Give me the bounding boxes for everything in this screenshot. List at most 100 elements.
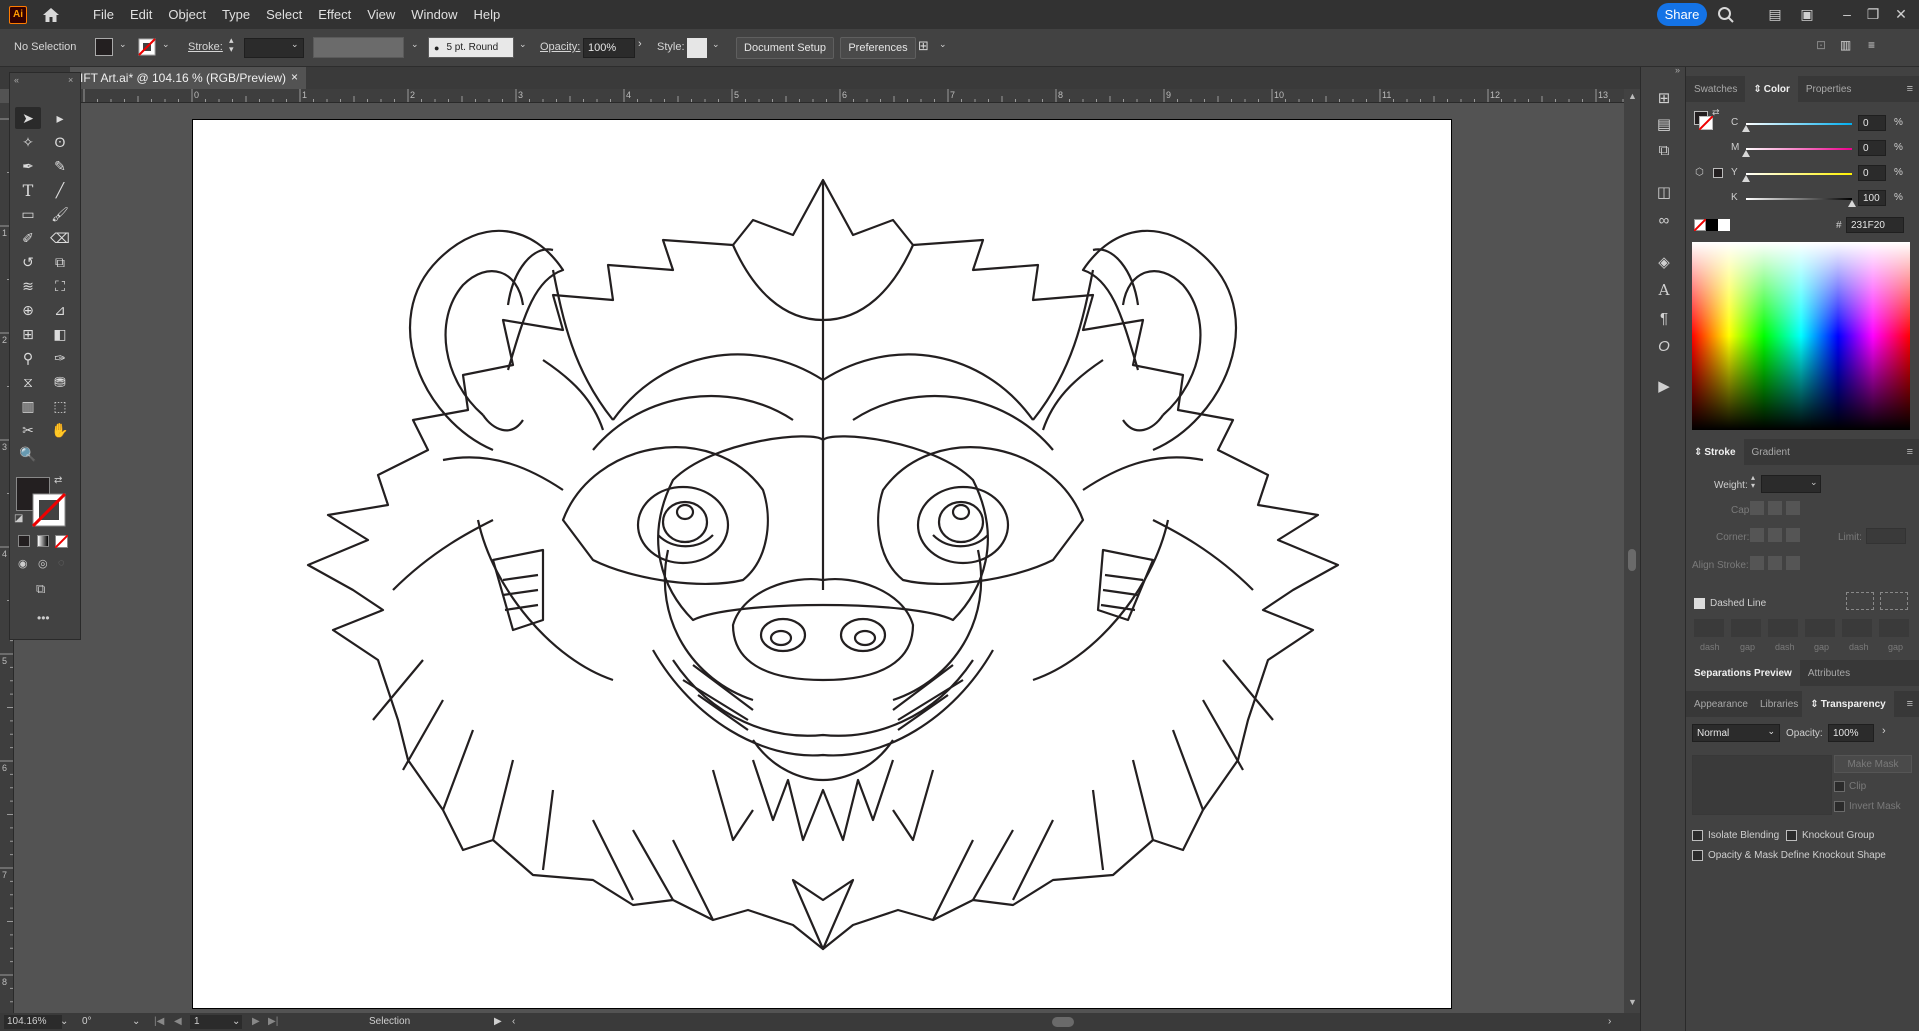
- pen-tool-icon[interactable]: ✒: [15, 155, 41, 177]
- magic-wand-icon[interactable]: ✧: [15, 131, 41, 153]
- close-tab-icon[interactable]: ×: [291, 70, 298, 84]
- hand-tool-icon[interactable]: ✋: [47, 419, 73, 441]
- menu-type[interactable]: Type: [214, 7, 258, 22]
- artboard-dropdown-icon[interactable]: ⌄: [232, 1016, 240, 1027]
- toolbar-grip-icon[interactable]: «: [14, 75, 19, 85]
- slice-tool-icon[interactable]: ✂: [15, 419, 41, 441]
- eyedropper-icon[interactable]: ⚲: [15, 347, 41, 369]
- fill-swatch[interactable]: [95, 38, 113, 56]
- prev-artboard-icon[interactable]: ◀: [174, 1016, 182, 1027]
- align-center-icon[interactable]: [1750, 556, 1764, 570]
- character-panel-icon[interactable]: A: [1653, 279, 1675, 301]
- tab-swatches[interactable]: Swatches: [1686, 76, 1745, 102]
- swap-colors-icon[interactable]: ⇄: [54, 475, 62, 486]
- rotation-dropdown-icon[interactable]: ⌄: [132, 1016, 140, 1027]
- menu-select[interactable]: Select: [258, 7, 310, 22]
- transform-panel-icon[interactable]: ⧉: [1653, 139, 1675, 161]
- paintbrush-tool-icon[interactable]: 🖌: [47, 203, 73, 225]
- measure-icon[interactable]: ✑: [47, 347, 73, 369]
- vertical-scrollbar[interactable]: ▲ ▼: [1624, 89, 1640, 1013]
- warp-tool-icon[interactable]: ≋: [15, 275, 41, 297]
- scroll-down-icon[interactable]: ▼: [1628, 997, 1637, 1007]
- yellow-slider-thumb[interactable]: [1742, 175, 1750, 182]
- stroke-swatch[interactable]: [138, 38, 156, 56]
- vertical-scroll-thumb[interactable]: [1628, 549, 1636, 571]
- brush-definition[interactable]: ● 5 pt. Round: [428, 37, 514, 58]
- tab-color[interactable]: ⇕ Color: [1745, 76, 1798, 102]
- dash-gap-inputs[interactable]: [1694, 619, 1910, 641]
- cyan-input[interactable]: 0: [1858, 115, 1886, 131]
- stroke-panel-menu-icon[interactable]: ≡: [1907, 446, 1913, 458]
- direct-selection-tool-icon[interactable]: ▸: [47, 107, 73, 129]
- magenta-input[interactable]: 0: [1858, 140, 1886, 156]
- weight-dropdown-icon[interactable]: ⌄: [1810, 477, 1818, 488]
- artboard[interactable]: [192, 119, 1452, 1009]
- preferences-button[interactable]: Preferences: [840, 37, 916, 59]
- menu-file[interactable]: File: [85, 7, 122, 22]
- tab-separations-preview[interactable]: Separations Preview: [1686, 660, 1800, 686]
- black-slider[interactable]: [1746, 198, 1852, 200]
- black-slider-thumb[interactable]: [1848, 200, 1856, 207]
- stroke-label[interactable]: Stroke:: [188, 41, 223, 53]
- color-panel-menu-icon[interactable]: ≡: [1907, 83, 1913, 95]
- blend-mode-select[interactable]: Normal ⌄: [1692, 724, 1780, 742]
- draw-normal-icon[interactable]: ◉: [18, 557, 28, 570]
- none-mode-icon[interactable]: [55, 535, 68, 548]
- draw-inside-icon[interactable]: ◌: [58, 557, 65, 569]
- menu-help[interactable]: Help: [465, 7, 508, 22]
- mesh-tool-icon[interactable]: ⊞: [15, 323, 41, 345]
- tab-appearance[interactable]: Appearance: [1686, 691, 1756, 717]
- dash-align-corners-icon[interactable]: [1880, 592, 1908, 610]
- horizontal-scroll-thumb[interactable]: [1052, 1017, 1074, 1027]
- limit-input[interactable]: [1866, 528, 1906, 544]
- shaper-tool-icon[interactable]: ✐: [15, 227, 41, 249]
- rectangle-tool-icon[interactable]: ▭: [15, 203, 41, 225]
- menu-edit[interactable]: Edit: [122, 7, 160, 22]
- align-dropdown-icon[interactable]: ⌄: [939, 39, 947, 50]
- artboards-panel-icon[interactable]: ⊞: [1653, 87, 1675, 109]
- actions-panel-icon[interactable]: ▶: [1653, 375, 1675, 397]
- search-icon[interactable]: [1717, 6, 1735, 24]
- weight-stepper[interactable]: ▴ ▾: [1751, 474, 1755, 490]
- edit-toolbar-icon[interactable]: •••: [37, 611, 50, 625]
- magenta-slider[interactable]: [1746, 148, 1852, 150]
- screen-mode-icon[interactable]: ⧉: [36, 581, 45, 597]
- clip-checkbox[interactable]: [1834, 781, 1845, 792]
- shape-builder-icon[interactable]: ⊕: [15, 299, 41, 321]
- miter-join-icon[interactable]: [1750, 528, 1764, 542]
- rotate-tool-icon[interactable]: ↺: [15, 251, 41, 273]
- transparency-opacity-input[interactable]: 100%: [1828, 724, 1874, 742]
- opacity-label[interactable]: Opacity:: [540, 41, 580, 53]
- yellow-slider[interactable]: [1746, 173, 1852, 175]
- selection-tool-icon[interactable]: ➤: [15, 107, 41, 129]
- symbol-sprayer-icon[interactable]: ⛃: [47, 371, 73, 393]
- butt-cap-icon[interactable]: [1750, 501, 1764, 515]
- align-icon[interactable]: ⊞: [918, 38, 929, 54]
- toolbar-close-icon[interactable]: ×: [68, 75, 73, 85]
- color-swap-icon[interactable]: ⇄: [1712, 107, 1720, 118]
- stroke-weight-dropdown-icon[interactable]: ⌄: [291, 39, 299, 50]
- pathfinder-panel-icon[interactable]: ◫: [1653, 181, 1675, 203]
- color-panel-stroke-icon[interactable]: [1699, 116, 1713, 130]
- menu-window[interactable]: Window: [403, 7, 465, 22]
- white-color-chip[interactable]: [1718, 219, 1730, 231]
- dashed-line-checkbox[interactable]: [1694, 598, 1705, 609]
- artboard-tool-icon[interactable]: ⬚: [47, 395, 73, 417]
- tab-libraries[interactable]: Libraries: [1756, 691, 1802, 717]
- hex-input[interactable]: 231F20: [1846, 217, 1904, 233]
- none-color-icon[interactable]: [1694, 219, 1706, 231]
- dash-exact-icon[interactable]: [1846, 592, 1874, 610]
- tab-gradient[interactable]: Gradient: [1744, 439, 1798, 465]
- lasso-icon[interactable]: ʘ: [47, 131, 73, 153]
- draw-behind-icon[interactable]: ◎: [38, 557, 48, 570]
- document-setup-button[interactable]: Document Setup: [736, 37, 834, 59]
- tab-properties[interactable]: Properties: [1798, 76, 1860, 102]
- cyan-slider-thumb[interactable]: [1742, 125, 1750, 132]
- tab-stroke[interactable]: ⇕ Stroke: [1686, 439, 1744, 465]
- tab-transparency[interactable]: ⇕ Transparency: [1802, 691, 1894, 717]
- round-cap-icon[interactable]: [1768, 501, 1782, 515]
- invert-mask-checkbox[interactable]: [1834, 801, 1845, 812]
- make-mask-button[interactable]: Make Mask: [1834, 755, 1912, 773]
- opacity-mask-knockout-checkbox[interactable]: [1692, 850, 1703, 861]
- align-inside-icon[interactable]: [1768, 556, 1782, 570]
